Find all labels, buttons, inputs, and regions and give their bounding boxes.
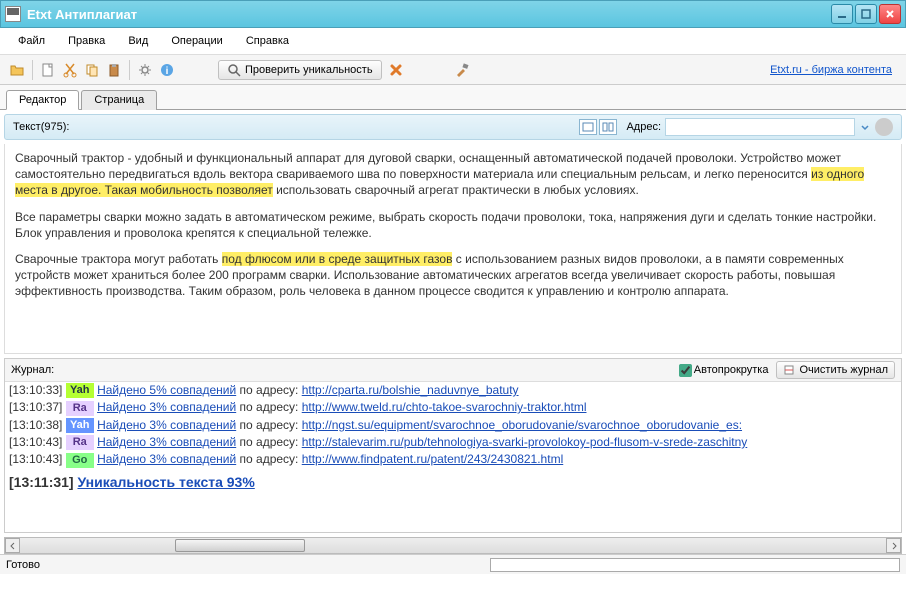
log-label: Журнал: (11, 364, 54, 376)
log-panel: Журнал: Автопрокрутка Очистить журнал [1… (4, 358, 902, 533)
editor-header: Текст(975): Адрес: (4, 114, 902, 140)
log-row: [13:10:43] Ra Найдено 3% совпадений по а… (9, 434, 897, 451)
log-found-link[interactable]: Найдено 3% совпадений (97, 400, 236, 414)
log-ts: [13:10:43] (9, 435, 62, 449)
address-dropdown-icon[interactable] (859, 121, 871, 133)
check-uniqueness-button[interactable]: Проверить уникальность (218, 60, 382, 80)
log-row: [13:10:37] Ra Найдено 3% совпадений по а… (9, 399, 897, 416)
log-addr-text: по адресу: (236, 435, 302, 449)
autoscroll-checkbox[interactable] (679, 364, 692, 377)
cancel-icon[interactable] (388, 62, 404, 78)
clear-log-label: Очистить журнал (799, 364, 888, 376)
menu-file[interactable]: Файл (8, 32, 55, 50)
text-p2: Все параметры сварки можно задать в авто… (15, 209, 891, 241)
scrollbar-thumb[interactable] (175, 539, 305, 552)
log-found-link[interactable]: Найдено 3% совпадений (97, 435, 236, 449)
log-url[interactable]: http://www.tweld.ru/chto-takoe-svarochni… (302, 400, 587, 414)
svg-text:i: i (166, 66, 169, 77)
menu-view[interactable]: Вид (118, 32, 158, 50)
minimize-button[interactable] (831, 4, 853, 24)
check-uniqueness-label: Проверить уникальность (245, 64, 373, 76)
horizontal-scrollbar[interactable] (4, 537, 902, 554)
log-row: [13:10:38] Yah Найдено 3% совпадений по … (9, 417, 897, 434)
address-label: Адрес: (626, 121, 661, 133)
text-p3-a: Сварочные трактора могут работать (15, 252, 222, 266)
toolbar: i Проверить уникальность Etxt.ru - биржа… (0, 55, 906, 85)
close-button[interactable] (879, 4, 901, 24)
uniqueness-result[interactable]: Уникальность текста 93% (77, 474, 254, 490)
log-addr-text: по адресу: (236, 418, 302, 432)
menu-help[interactable]: Справка (236, 32, 299, 50)
engine-badge: Yah (66, 383, 94, 398)
open-folder-icon[interactable] (7, 60, 27, 80)
tab-editor[interactable]: Редактор (6, 90, 79, 110)
engine-badge: Go (66, 453, 94, 468)
maximize-button[interactable] (855, 4, 877, 24)
engine-badge: Yah (66, 418, 94, 433)
cut-icon[interactable] (60, 60, 80, 80)
text-p3-highlight: под флюсом или в среде защитных газов (222, 252, 453, 266)
scroll-left-arrow[interactable] (5, 538, 20, 553)
progress-bar (490, 558, 900, 572)
engine-badge: Ra (66, 435, 94, 450)
log-url[interactable]: http://stalevarim.ru/pub/tehnologiya-sva… (302, 435, 748, 449)
copy-icon[interactable] (82, 60, 102, 80)
hammer-icon[interactable] (454, 62, 470, 78)
log-ts: [13:11:31] (9, 474, 74, 490)
menubar: Файл Правка Вид Операции Справка (0, 28, 906, 55)
log-addr-text: по адресу: (236, 383, 302, 397)
settings-icon[interactable] (135, 60, 155, 80)
log-ts: [13:10:38] (9, 418, 62, 432)
paste-icon[interactable] (104, 60, 124, 80)
new-doc-icon[interactable] (38, 60, 58, 80)
address-input[interactable] (665, 118, 855, 136)
log-row: [13:10:33] Yah Найдено 5% совпадений по … (9, 382, 897, 399)
log-found-link[interactable]: Найдено 3% совпадений (97, 452, 236, 466)
log-row: [13:10:43] Go Найдено 3% совпадений по а… (9, 451, 897, 468)
search-icon (227, 63, 241, 77)
log-ts: [13:10:33] (9, 383, 62, 397)
log-addr-text: по адресу: (236, 452, 302, 466)
view-mode-2-button[interactable] (599, 119, 617, 135)
tabs: Редактор Страница (0, 85, 906, 110)
titlebar: Etxt Антиплагиат (0, 0, 906, 28)
log-url[interactable]: http://www.findpatent.ru/patent/243/2430… (302, 452, 564, 466)
text-count: Текст(975): (13, 121, 69, 133)
menu-operations[interactable]: Операции (161, 32, 232, 50)
log-found-link[interactable]: Найдено 3% совпадений (97, 418, 236, 432)
log-url[interactable]: http://cparta.ru/bolshie_naduvnye_batuty (302, 383, 519, 397)
go-button[interactable] (875, 118, 893, 136)
menu-edit[interactable]: Правка (58, 32, 115, 50)
text-p1-b: использовать сварочный агрегат практичес… (273, 183, 639, 197)
log-url[interactable]: http://ngst.su/equipment/svarochnoe_obor… (302, 418, 742, 432)
log-body[interactable]: [13:10:33] Yah Найдено 5% совпадений по … (5, 382, 901, 532)
autoscroll-label: Автопрокрутка (694, 364, 769, 376)
status-text: Готово (6, 559, 40, 571)
log-header: Журнал: Автопрокрутка Очистить журнал (5, 359, 901, 382)
scroll-right-arrow[interactable] (886, 538, 901, 553)
log-unique-row: [13:11:31] Уникальность текста 93% (9, 473, 897, 491)
log-addr-text: по адресу: (236, 400, 302, 414)
app-title: Etxt Антиплагиат (27, 7, 831, 22)
tab-page[interactable]: Страница (81, 90, 157, 110)
log-found-link[interactable]: Найдено 5% совпадений (97, 383, 236, 397)
engine-badge: Ra (66, 401, 94, 416)
clear-log-button[interactable]: Очистить журнал (776, 361, 895, 379)
etxt-link[interactable]: Etxt.ru - биржа контента (770, 64, 892, 76)
log-ts: [13:10:43] (9, 452, 62, 466)
text-p1-a: Сварочный трактор - удобный и функционал… (15, 151, 841, 181)
app-icon (5, 6, 21, 22)
view-mode-1-button[interactable] (579, 119, 597, 135)
info-icon[interactable]: i (157, 60, 177, 80)
log-ts: [13:10:37] (9, 400, 62, 414)
editor-text-area[interactable]: Сварочный трактор - удобный и функционал… (4, 144, 902, 354)
statusbar: Готово (0, 554, 906, 574)
clear-icon (783, 364, 795, 376)
